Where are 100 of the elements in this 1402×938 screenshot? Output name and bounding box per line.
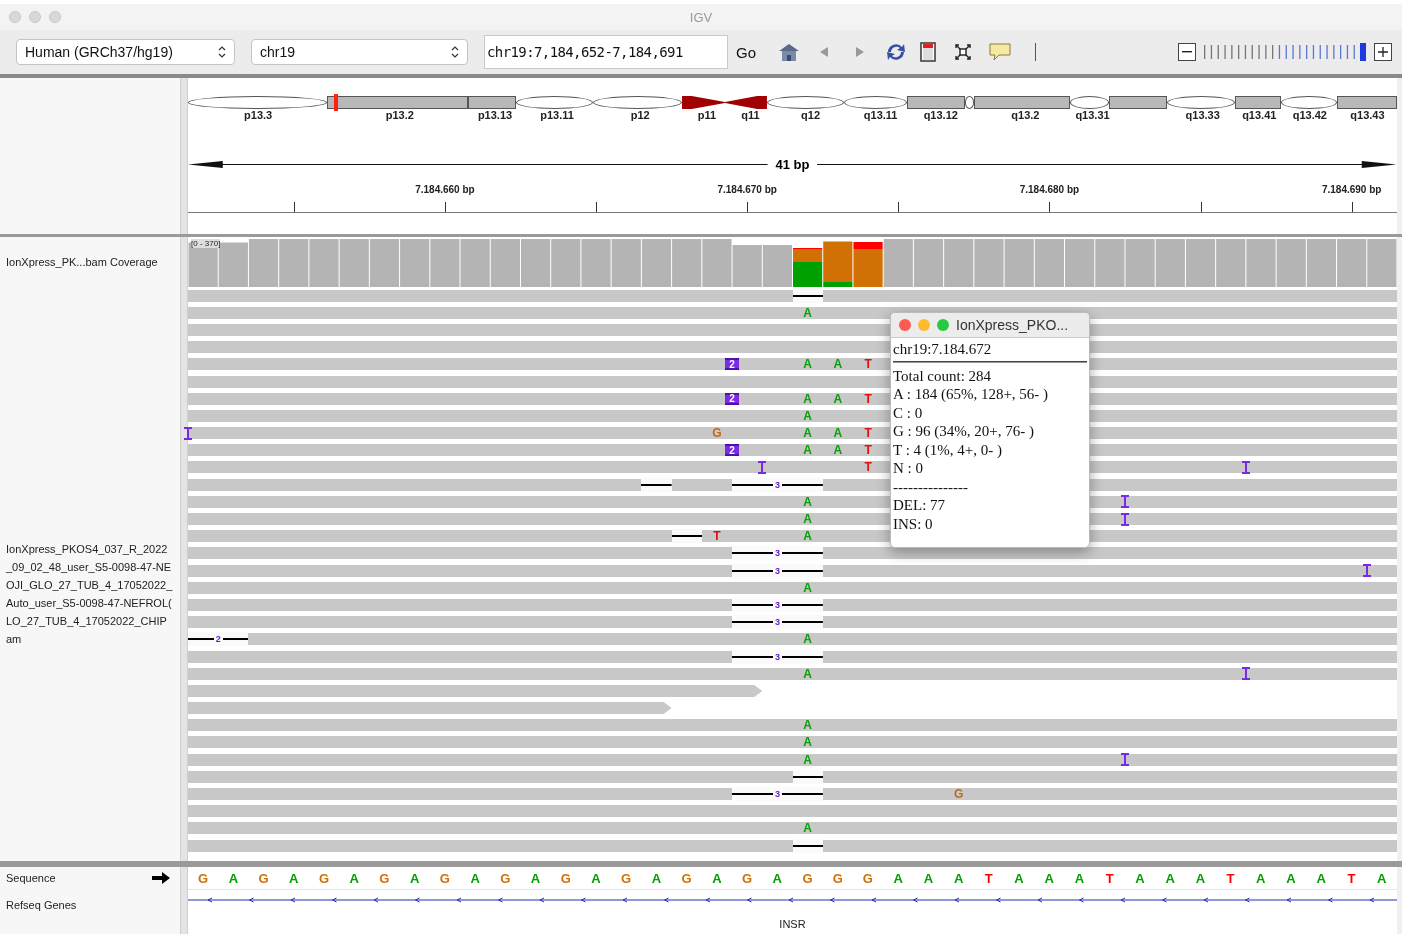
sequence-base: A (1134, 870, 1146, 886)
mismatch-base: A (802, 581, 813, 594)
minimize-button[interactable] (918, 319, 930, 331)
go-button[interactable]: Go (732, 43, 760, 61)
locus-field[interactable]: chr19:7,184,652-7,184,691 (484, 35, 728, 69)
current-view-marker (334, 94, 339, 111)
back-icon (820, 47, 829, 57)
band-label: q13.43 (1350, 109, 1385, 123)
insertion-marker (1120, 753, 1129, 767)
mismatch-base: T (863, 358, 873, 371)
mismatch-base: A (802, 822, 813, 835)
band-label: q13.33 (1185, 109, 1220, 123)
centromere-drawing (681, 96, 725, 109)
sequence-base: A (711, 870, 723, 886)
track-name: am (6, 633, 23, 645)
chromosome-dropdown[interactable]: chr19 (251, 39, 468, 65)
chromosome-band (1280, 96, 1338, 109)
popup-text: INS: 0 (893, 514, 934, 533)
zoom-button[interactable] (937, 319, 949, 331)
mismatch-base: G (953, 788, 965, 801)
tick-label: 7.184.670 bp (717, 184, 777, 195)
track-name: Auto_user_S5-0098-47-NEFROL( (6, 597, 173, 609)
mismatch-base: T (863, 392, 873, 405)
gene-name: INSR (779, 918, 806, 930)
band-label: q13.41 (1242, 109, 1277, 123)
mismatch-base: A (802, 719, 813, 732)
deletion-marker: 2 (188, 632, 249, 647)
mismatch-base: A (802, 409, 813, 422)
insertion-marker (1241, 460, 1250, 474)
sequence-base: A (227, 870, 239, 886)
sequence-base: A (650, 870, 663, 886)
insertion-marker (758, 460, 767, 474)
insertion-marker (184, 426, 192, 440)
sequence-base: A (348, 870, 360, 886)
close-button[interactable] (9, 11, 21, 23)
mismatch-base: A (802, 444, 813, 457)
popup-text: T : 4 (1%, 4+, 0- ) (893, 440, 1003, 459)
strand-arrow-icon[interactable] (152, 872, 170, 884)
genome-dropdown[interactable]: Human (GRCh37/hg19) (16, 39, 235, 65)
sequence-base: A (1375, 870, 1388, 886)
track-name: Refseq Genes (6, 899, 77, 911)
sequence-base: A (1043, 870, 1055, 886)
sequence-base: T (1225, 870, 1236, 886)
plus-icon (1378, 47, 1388, 57)
back-button[interactable] (820, 47, 829, 57)
track-name: _09_02_48_user_S5-0098-47-NE (6, 561, 173, 573)
mismatch-base: A (802, 667, 813, 680)
sequence-base: A (469, 870, 481, 886)
mismatch-base: A (802, 530, 813, 543)
sequence-base: A (529, 870, 542, 886)
popup-text: N : 0 (893, 459, 924, 478)
insertion-marker: 2 (725, 358, 740, 371)
deletion-marker (671, 529, 702, 544)
mismatch-base: A (802, 392, 813, 405)
sequence-base: A (1315, 870, 1327, 886)
band-label: p13.2 (385, 109, 414, 123)
insertion-marker: 2 (725, 444, 740, 457)
band-label: p11 (697, 109, 717, 123)
deletion-marker: 3 (732, 597, 823, 612)
range-label: [0 - 370] (191, 239, 221, 248)
mismatch-base: A (802, 753, 813, 766)
track-name: Sequence (6, 872, 56, 884)
deletion-marker: 3 (732, 546, 823, 561)
mismatch-base: A (802, 513, 813, 526)
sequence-base: A (1164, 870, 1176, 886)
region-button[interactable] (920, 42, 936, 62)
popup-text: C : 0 (893, 403, 924, 422)
band-label: q13.11 (863, 109, 898, 123)
popup-text: chr19:7.184.672 (893, 340, 993, 359)
resize-button[interactable] (955, 44, 971, 60)
track-name: OJI_GLO_27_TUB_4_17052022_ (6, 579, 174, 591)
span-label: 41 bp (774, 157, 811, 172)
sequence-base: A (590, 870, 602, 886)
close-button[interactable] (899, 319, 911, 331)
popup-text: G : 96 (34%, 20+, 76- ) (893, 422, 1035, 441)
sequence-base: G (197, 870, 210, 886)
minimize-button[interactable] (29, 11, 41, 23)
updown-icon (451, 46, 459, 58)
band-label: q11 (741, 109, 760, 123)
band-label: q13.31 (1075, 109, 1110, 123)
home-button[interactable] (778, 42, 800, 62)
refresh-button[interactable] (884, 41, 908, 63)
sequence-base: G (499, 870, 512, 886)
centromere-drawing (724, 96, 767, 109)
region-icon (920, 42, 936, 62)
forward-button[interactable] (855, 47, 864, 57)
popup-button[interactable] (989, 42, 1011, 62)
sequence-base: G (831, 870, 844, 886)
sequence-base: A (1285, 870, 1297, 886)
mismatch-base: A (802, 495, 813, 508)
zoom-button[interactable] (49, 11, 61, 23)
sequence-base: G (257, 870, 270, 886)
zoom-out-button[interactable] (1178, 43, 1196, 61)
zoom-in-button[interactable] (1374, 43, 1392, 61)
band-label: q13.42 (1292, 109, 1327, 123)
mismatch-base: T (863, 427, 873, 440)
window-title: IGV (689, 9, 713, 25)
popup-title: IonXpress_PKO... (956, 317, 1069, 333)
deletion-marker: 3 (732, 615, 823, 630)
band-label: p13.11 (540, 109, 574, 123)
